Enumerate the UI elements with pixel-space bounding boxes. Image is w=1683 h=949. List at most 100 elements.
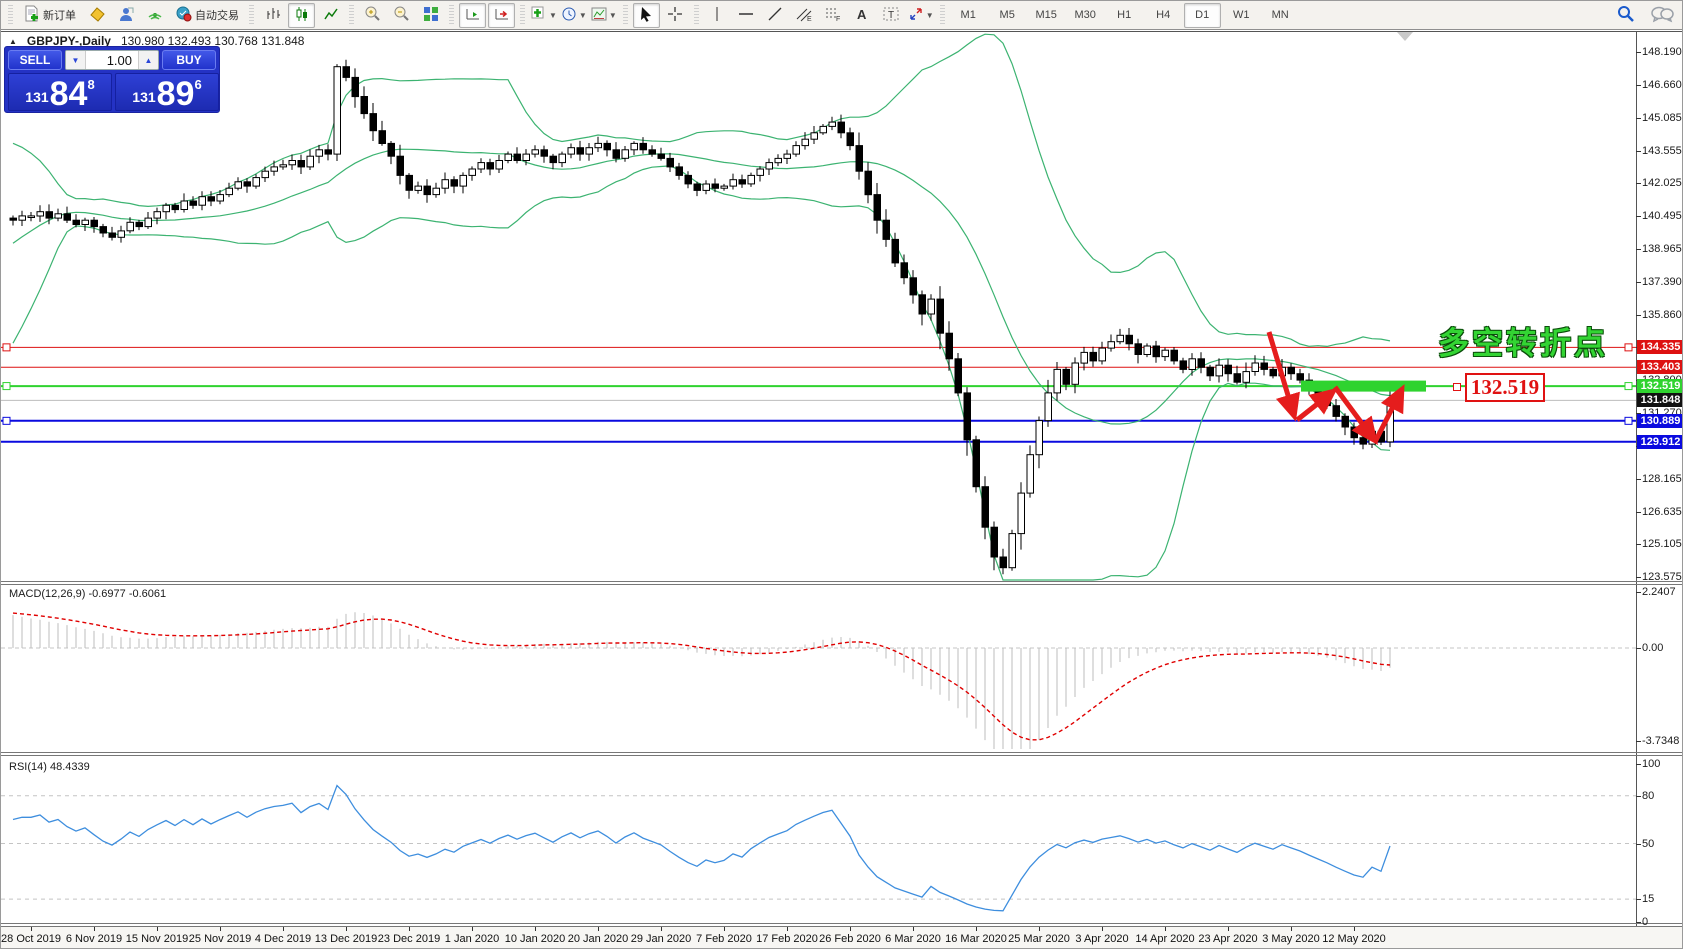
cursor-button[interactable] xyxy=(632,2,660,28)
date-label: 20 Jan 2020 xyxy=(567,933,629,945)
level-callout-box[interactable]: 132.519 xyxy=(1465,373,1545,402)
svg-text:E: E xyxy=(807,16,812,22)
buy-price-pips: 89 xyxy=(156,75,195,113)
indicators-button[interactable]: ▼ xyxy=(530,3,558,28)
svg-text:A: A xyxy=(857,7,867,22)
price-tick xyxy=(1636,52,1641,53)
horizontal-line-button[interactable] xyxy=(733,3,760,28)
separator-main-macd[interactable] xyxy=(1,584,1682,585)
vertical-line-button[interactable] xyxy=(704,3,731,28)
separator-macd-rsi[interactable] xyxy=(1,752,1682,753)
candlestick-chart-icon xyxy=(294,6,310,25)
date-tick xyxy=(1165,927,1166,931)
timeframe-mn[interactable]: MN xyxy=(1262,3,1299,28)
price-tick xyxy=(1636,544,1641,545)
rsi-label: RSI(14) 48.4339 xyxy=(9,761,90,773)
one-click-collapse-icon[interactable]: ▲ xyxy=(9,37,17,46)
sell-button[interactable]: SELL xyxy=(8,50,62,70)
timeframe-m5[interactable]: M5 xyxy=(989,3,1026,28)
timeframe-w1[interactable]: W1 xyxy=(1223,3,1260,28)
price-tick xyxy=(1636,479,1641,480)
price-tick xyxy=(1636,282,1641,283)
trendline-button[interactable] xyxy=(762,3,789,28)
volume-decrease-button[interactable]: ▼ xyxy=(66,51,86,69)
chart-plot-area[interactable] xyxy=(1,1,1683,949)
autotrading-icon xyxy=(175,5,192,25)
rsi-tick-label: 100 xyxy=(1642,758,1661,770)
rsi-tick xyxy=(1636,764,1641,765)
indicators-icon xyxy=(531,6,547,25)
buy-button[interactable]: BUY xyxy=(162,50,216,70)
separator-main-macd[interactable] xyxy=(1,581,1682,582)
templates-button[interactable]: ▼ xyxy=(590,3,618,28)
autotrading-button[interactable]: 自动交易 xyxy=(170,3,244,28)
date-tick xyxy=(220,927,221,931)
vertical-line-icon xyxy=(709,6,725,25)
date-label: 29 Jan 2020 xyxy=(630,933,692,945)
timeframe-d1[interactable]: D1 xyxy=(1183,2,1221,28)
date-axis[interactable]: 28 Oct 2019 6 Nov 2019 15 Nov 2019 25 Nov 2… xyxy=(1,927,1682,948)
date-label: 6 Mar 2020 xyxy=(885,933,941,945)
equidistant-channel-button[interactable]: E xyxy=(791,3,818,28)
date-label: 12 May 2020 xyxy=(1322,933,1386,945)
price-tick xyxy=(1636,315,1641,316)
macd-tick-label: 0.00 xyxy=(1642,642,1664,654)
date-tick xyxy=(1228,927,1229,931)
timeframe-m1[interactable]: M1 xyxy=(950,3,987,28)
buy-price[interactable]: 131 89 6 xyxy=(115,73,219,111)
crosshair-button[interactable] xyxy=(662,3,689,28)
new-order-button[interactable]: 新订单 xyxy=(18,3,81,28)
zoom-in-button[interactable] xyxy=(359,3,386,28)
date-tick xyxy=(913,927,914,931)
svg-text:F: F xyxy=(836,16,840,22)
signals-button[interactable] xyxy=(141,3,168,28)
candlestick-chart-button[interactable] xyxy=(288,2,315,28)
date-label: 15 Nov 2019 xyxy=(125,933,189,945)
date-label: 3 Apr 2020 xyxy=(1075,933,1129,945)
arrows-objects-button[interactable]: ▼ xyxy=(907,3,935,28)
bar-chart-icon xyxy=(265,6,281,25)
timeframe-h1[interactable]: H1 xyxy=(1106,3,1143,28)
toolbar-grip xyxy=(693,5,699,25)
mt4-window: 新订单 自动交易 ▼ ▼ ▼ E F A T ▼ M1 M5 M15 M30 H… xyxy=(0,0,1683,949)
auto-scroll-button[interactable] xyxy=(459,2,486,28)
callout-anchor-handle[interactable] xyxy=(1453,383,1461,391)
timeframe-m15[interactable]: M15 xyxy=(1028,3,1065,28)
date-tick xyxy=(1354,927,1355,931)
profiles-button[interactable] xyxy=(83,3,110,28)
volume-increase-button[interactable]: ▲ xyxy=(138,51,158,69)
bar-chart-button[interactable] xyxy=(259,3,286,28)
separator-macd-rsi[interactable] xyxy=(1,755,1682,756)
community-button[interactable] xyxy=(112,3,139,28)
volume-input[interactable]: 1.00 xyxy=(86,51,138,69)
date-tick xyxy=(850,927,851,931)
zoom-out-button[interactable] xyxy=(388,3,415,28)
separator-rsi-dates xyxy=(1,923,1682,924)
text-label-icon: T xyxy=(883,6,900,25)
chart-shift-button[interactable] xyxy=(488,2,515,28)
price-level-tag: 131.848 xyxy=(1637,393,1682,407)
price-tick-label: 135.860 xyxy=(1642,309,1682,321)
price-tick-label: 145.085 xyxy=(1642,112,1682,124)
chart-shift-marker-icon[interactable] xyxy=(1397,32,1413,41)
chat-icon[interactable] xyxy=(1650,4,1674,29)
tile-windows-button[interactable] xyxy=(417,3,444,28)
fibonacci-button[interactable]: F xyxy=(820,3,847,28)
price-tick xyxy=(1636,512,1641,513)
periods-button[interactable]: ▼ xyxy=(560,3,588,28)
line-chart-button[interactable] xyxy=(317,3,344,28)
price-tick-label: 142.025 xyxy=(1642,177,1682,189)
text-button[interactable]: A xyxy=(849,3,876,28)
timeframe-h4[interactable]: H4 xyxy=(1145,3,1182,28)
date-label: 16 Mar 2020 xyxy=(945,933,1007,945)
sell-price[interactable]: 131 84 8 xyxy=(8,73,112,111)
turning-point-annotation: 多空转折点 xyxy=(1438,326,1608,361)
price-tick xyxy=(1636,216,1641,217)
sell-price-point: 8 xyxy=(87,77,95,92)
search-icon[interactable] xyxy=(1616,4,1636,29)
text-label-button[interactable]: T xyxy=(878,3,905,28)
timeframe-m30[interactable]: M30 xyxy=(1067,3,1104,28)
arrows-objects-icon xyxy=(908,6,924,25)
date-label: 25 Nov 2019 xyxy=(188,933,252,945)
price-tick xyxy=(1636,151,1641,152)
